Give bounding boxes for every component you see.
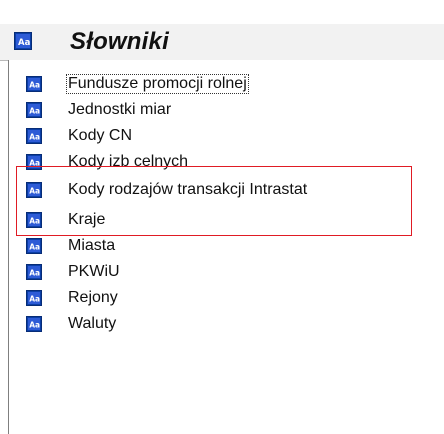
svg-text:Aa: Aa — [29, 187, 40, 196]
dictionary-icon: Aa — [26, 316, 42, 332]
tree-item-pkwiu[interactable]: Aa PKWiU — [26, 260, 416, 286]
dictionary-icon: Aa — [26, 264, 42, 280]
svg-text:Aa: Aa — [29, 133, 40, 142]
dictionary-icon: Aa — [26, 102, 42, 118]
svg-text:Aa: Aa — [29, 107, 40, 116]
dictionary-icon: Aa — [26, 212, 42, 228]
tree-item-kody-cn[interactable]: Aa Kody CN — [26, 124, 416, 150]
dictionary-icon: Aa — [14, 32, 32, 50]
tree-item-label: Waluty — [68, 315, 117, 332]
tree-item-kody-rodzajow-transakcji-intrastat[interactable]: Aa Kody rodzajów transakcji Intrastat — [26, 178, 416, 204]
dictionary-icon: Aa — [26, 290, 42, 306]
tree-item-kody-izb-celnych[interactable]: Aa Kody izb celnych — [26, 150, 416, 176]
svg-text:Aa: Aa — [29, 81, 40, 90]
tree-item-label: Kody rodzajów transakcji Intrastat — [68, 181, 308, 198]
tree-item-kraje[interactable]: Aa Kraje — [26, 208, 416, 234]
svg-text:Aa: Aa — [29, 159, 40, 168]
svg-text:Aa: Aa — [29, 321, 40, 330]
svg-text:Aa: Aa — [29, 295, 40, 304]
dictionary-icon: Aa — [26, 76, 42, 92]
dictionary-icon: Aa — [26, 238, 42, 254]
svg-text:Aa: Aa — [29, 243, 40, 252]
dictionary-window: Aa Słowniki Aa Fundusze promocji rolnej … — [0, 0, 444, 434]
dictionary-icon: Aa — [26, 128, 42, 144]
dictionary-icon: Aa — [26, 154, 42, 170]
svg-text:Aa: Aa — [29, 269, 40, 278]
tree-item-jednostki-miar[interactable]: Aa Jednostki miar — [26, 98, 416, 124]
tree-item-label: Rejony — [68, 289, 118, 306]
dictionary-icon: Aa — [26, 182, 42, 198]
tree-item-fundusze-promocji-rolnej[interactable]: Aa Fundusze promocji rolnej — [26, 72, 416, 98]
tree-item-label: PKWiU — [68, 263, 120, 280]
tree-item-label: Miasta — [68, 237, 116, 254]
tree-item-rejony[interactable]: Aa Rejony — [26, 286, 416, 312]
tree-item-label: Kody CN — [68, 127, 133, 144]
svg-text:Aa: Aa — [29, 217, 40, 226]
tree-item-waluty[interactable]: Aa Waluty — [26, 312, 416, 338]
page-title: Słowniki — [70, 28, 169, 55]
svg-text:Aa: Aa — [18, 38, 31, 48]
tree-item-label: Kraje — [68, 211, 106, 228]
tree-item-label: Kody izb celnych — [68, 153, 189, 170]
tree-item-label: Jednostki miar — [68, 101, 172, 118]
window-header: Aa Słowniki — [0, 24, 444, 61]
tree-item-miasta[interactable]: Aa Miasta — [26, 234, 416, 260]
dictionary-tree[interactable]: Aa Fundusze promocji rolnej Aa Jednostki… — [8, 60, 444, 434]
tree-item-label: Fundusze promocji rolnej — [66, 74, 249, 94]
